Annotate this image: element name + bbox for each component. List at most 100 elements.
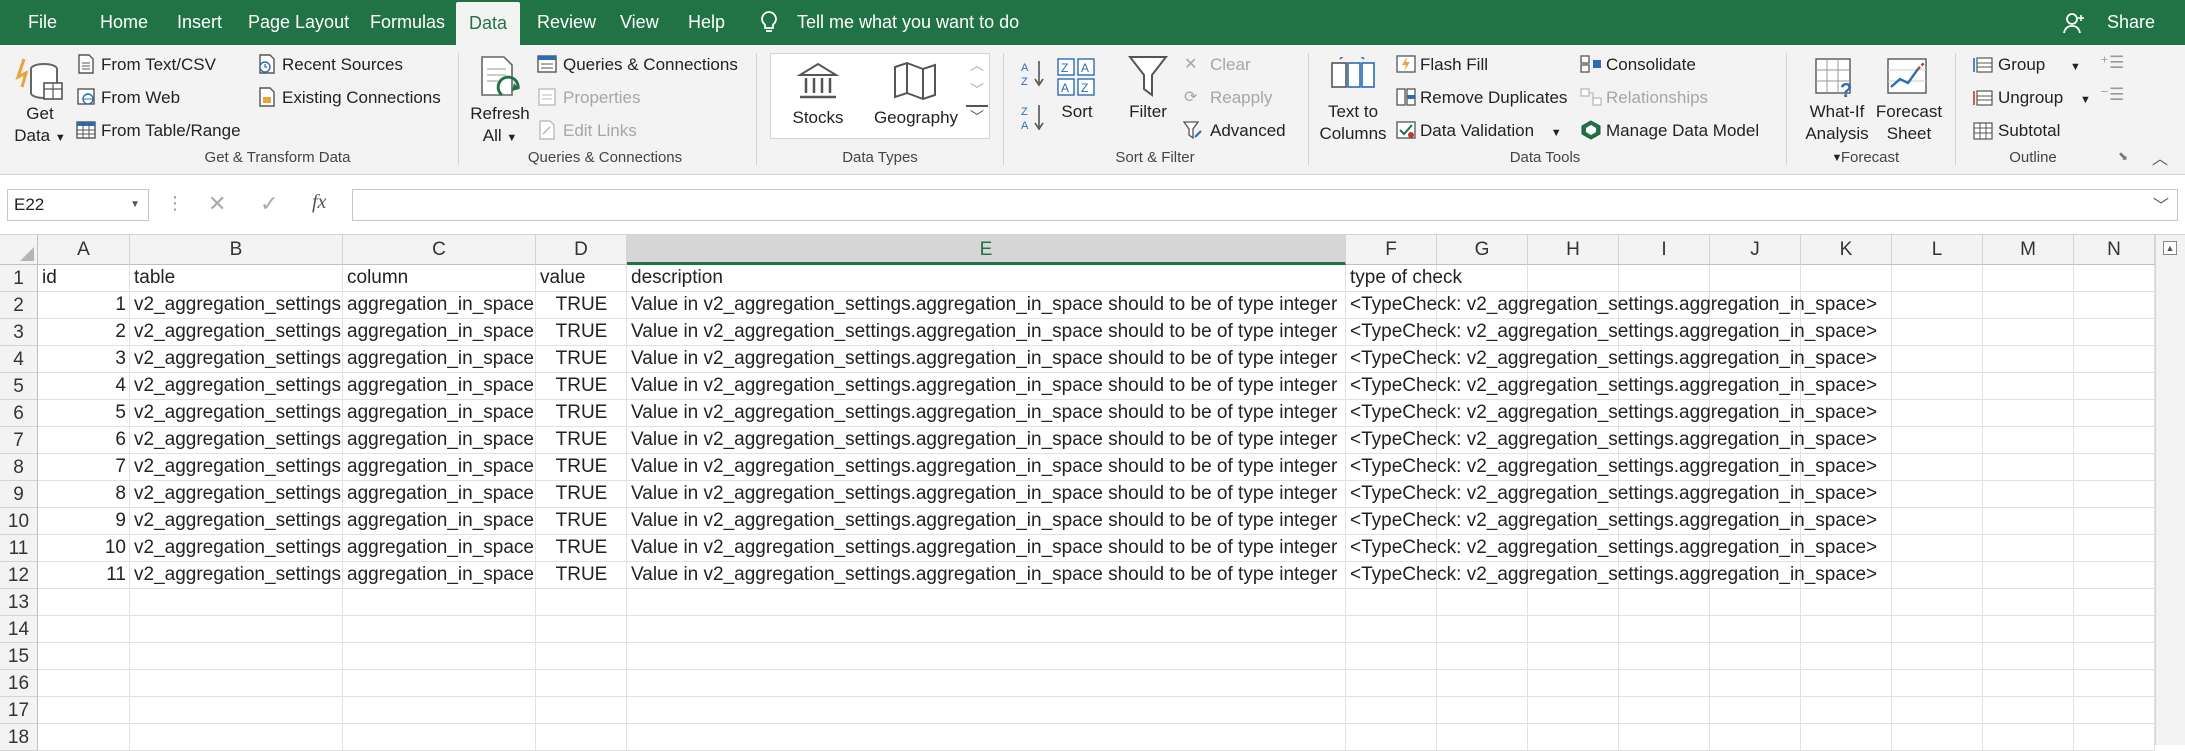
cell-column[interactable]: aggregation_in_space <box>343 373 536 400</box>
cell-value[interactable]: TRUE <box>536 454 627 481</box>
column-header-m[interactable]: M <box>1983 235 2074 265</box>
cell-type-of-check[interactable]: <TypeCheck: v2_aggregation_settings.aggr… <box>1346 508 1877 535</box>
advanced-button[interactable]: Advanced <box>1210 121 1286 141</box>
queries-connections-button[interactable]: Queries & Connections <box>563 55 738 75</box>
cell-value[interactable]: TRUE <box>536 481 627 508</box>
row-header[interactable]: 10 <box>0 508 38 535</box>
cancel-icon[interactable]: ✕ <box>208 191 226 217</box>
cell-table[interactable]: v2_aggregation_settings <box>130 373 343 400</box>
cell-type-of-check[interactable]: <TypeCheck: v2_aggregation_settings.aggr… <box>1346 454 1877 481</box>
cell-value[interactable]: TRUE <box>536 508 627 535</box>
column-header-k[interactable]: K <box>1801 235 1892 265</box>
stocks-button[interactable]: Stocks <box>785 107 851 129</box>
cell-column[interactable]: aggregation_in_space <box>343 400 536 427</box>
cell-id[interactable]: 11 <box>38 562 130 589</box>
remove-duplicates-button[interactable]: Remove Duplicates <box>1420 88 1567 108</box>
cell-description[interactable]: Value in v2_aggregation_settings.aggrega… <box>627 481 1346 508</box>
select-all-corner[interactable] <box>0 235 38 265</box>
confirm-check-icon[interactable]: ✓ <box>260 191 278 217</box>
get-data-button[interactable]: Get Data ▼ <box>14 103 66 149</box>
cell-column[interactable]: aggregation_in_space <box>343 535 536 562</box>
cell-description[interactable]: Value in v2_aggregation_settings.aggrega… <box>627 562 1346 589</box>
cell-column[interactable]: aggregation_in_space <box>343 427 536 454</box>
column-header-i[interactable]: I <box>1619 235 1710 265</box>
gallery-expand-icon[interactable]: ﹀ <box>966 105 988 130</box>
expand-formula-chevron-icon[interactable]: ﹀ <box>2153 192 2169 216</box>
cell-table[interactable]: v2_aggregation_settings <box>130 562 343 589</box>
forecast-sheet-button[interactable]: Forecast Sheet <box>1872 101 1946 145</box>
chevron-up-icon[interactable]: ︿ <box>966 55 988 80</box>
cell-id[interactable]: 10 <box>38 535 130 562</box>
refresh-all-button[interactable]: Refresh All ▼ <box>470 103 530 149</box>
cell-description[interactable]: Value in v2_aggregation_settings.aggrega… <box>627 427 1346 454</box>
cell-table[interactable]: v2_aggregation_settings <box>130 400 343 427</box>
cell-table[interactable]: v2_aggregation_settings <box>130 346 343 373</box>
existing-connections-button[interactable]: Existing Connections <box>282 88 441 108</box>
tab-insert[interactable]: Insert <box>177 0 222 45</box>
column-header-n[interactable]: N <box>2074 235 2155 265</box>
recent-sources-button[interactable]: Recent Sources <box>282 55 403 75</box>
flash-fill-button[interactable]: Flash Fill <box>1420 55 1488 75</box>
cell-id[interactable]: 6 <box>38 427 130 454</box>
outline-dialog-launcher-icon[interactable]: ⬊ <box>2118 149 2128 163</box>
tab-help[interactable]: Help <box>688 0 725 45</box>
row-header[interactable]: 15 <box>0 643 38 670</box>
cell-value[interactable]: TRUE <box>536 427 627 454</box>
column-header-b[interactable]: B <box>130 235 343 265</box>
cell-type-of-check[interactable]: <TypeCheck: v2_aggregation_settings.aggr… <box>1346 535 1877 562</box>
cell-description[interactable]: Value in v2_aggregation_settings.aggrega… <box>627 535 1346 562</box>
row-header[interactable]: 5 <box>0 373 38 400</box>
cell-value[interactable]: TRUE <box>536 373 627 400</box>
sort-button[interactable]: Sort <box>1050 101 1104 123</box>
text-to-columns-button[interactable]: Text to Columns <box>1318 101 1388 145</box>
cell-value[interactable]: TRUE <box>536 319 627 346</box>
column-header-h[interactable]: H <box>1528 235 1619 265</box>
row-header[interactable]: 4 <box>0 346 38 373</box>
chevron-down-icon[interactable]: ▼ <box>130 190 140 220</box>
relationships-button[interactable]: Relationships <box>1606 88 1708 108</box>
cell-column[interactable]: aggregation_in_space <box>343 508 536 535</box>
cell-description[interactable]: Value in v2_aggregation_settings.aggrega… <box>627 292 1346 319</box>
cell-description[interactable]: Value in v2_aggregation_settings.aggrega… <box>627 373 1346 400</box>
cell-description[interactable]: Value in v2_aggregation_settings.aggrega… <box>627 400 1346 427</box>
row-header[interactable]: 6 <box>0 400 38 427</box>
header-cell-table[interactable]: table <box>130 265 343 292</box>
vertical-scrollbar[interactable]: ▲ <box>2155 235 2185 745</box>
data-validation-button[interactable]: Data Validation ▼ <box>1420 121 1562 141</box>
cell-table[interactable]: v2_aggregation_settings <box>130 481 343 508</box>
cell-type-of-check[interactable]: <TypeCheck: v2_aggregation_settings.aggr… <box>1346 427 1877 454</box>
cell-table[interactable]: v2_aggregation_settings <box>130 535 343 562</box>
tell-me-search[interactable]: Tell me what you want to do <box>797 0 1019 45</box>
cell-id[interactable]: 4 <box>38 373 130 400</box>
from-table-range-button[interactable]: From Table/Range <box>101 121 241 141</box>
column-header-g[interactable]: G <box>1437 235 1528 265</box>
filter-button[interactable]: Filter <box>1120 101 1176 123</box>
cell-type-of-check[interactable]: <TypeCheck: v2_aggregation_settings.aggr… <box>1346 373 1877 400</box>
cell-id[interactable]: 1 <box>38 292 130 319</box>
scroll-up-arrow-icon[interactable]: ▲ <box>2163 241 2177 255</box>
cell-column[interactable]: aggregation_in_space <box>343 346 536 373</box>
row-header[interactable]: 14 <box>0 616 38 643</box>
cell-value[interactable]: TRUE <box>536 346 627 373</box>
cell-type-of-check[interactable]: <TypeCheck: v2_aggregation_settings.aggr… <box>1346 562 1877 589</box>
cell-type-of-check[interactable]: <TypeCheck: v2_aggregation_settings.aggr… <box>1346 292 1877 319</box>
header-cell-description[interactable]: description <box>627 265 1346 292</box>
row-header[interactable]: 3 <box>0 319 38 346</box>
tab-page-layout[interactable]: Page Layout <box>248 0 349 45</box>
row-header[interactable]: 8 <box>0 454 38 481</box>
cell-id[interactable]: 5 <box>38 400 130 427</box>
cell-table[interactable]: v2_aggregation_settings <box>130 427 343 454</box>
cell-id[interactable]: 2 <box>38 319 130 346</box>
header-cell-type-of-check[interactable]: type of check <box>1346 265 1462 292</box>
tab-formulas[interactable]: Formulas <box>370 0 445 45</box>
hide-detail-icon[interactable]: ⁻☰ <box>2100 85 2124 105</box>
clear-button[interactable]: Clear <box>1210 55 1251 75</box>
tab-review[interactable]: Review <box>537 0 596 45</box>
row-header[interactable]: 9 <box>0 481 38 508</box>
row-header[interactable]: 16 <box>0 670 38 697</box>
from-text-csv-button[interactable]: From Text/CSV <box>101 55 216 75</box>
row-header[interactable]: 18 <box>0 724 38 751</box>
row-header[interactable]: 12 <box>0 562 38 589</box>
from-web-button[interactable]: From Web <box>101 88 180 108</box>
cell-id[interactable]: 3 <box>38 346 130 373</box>
